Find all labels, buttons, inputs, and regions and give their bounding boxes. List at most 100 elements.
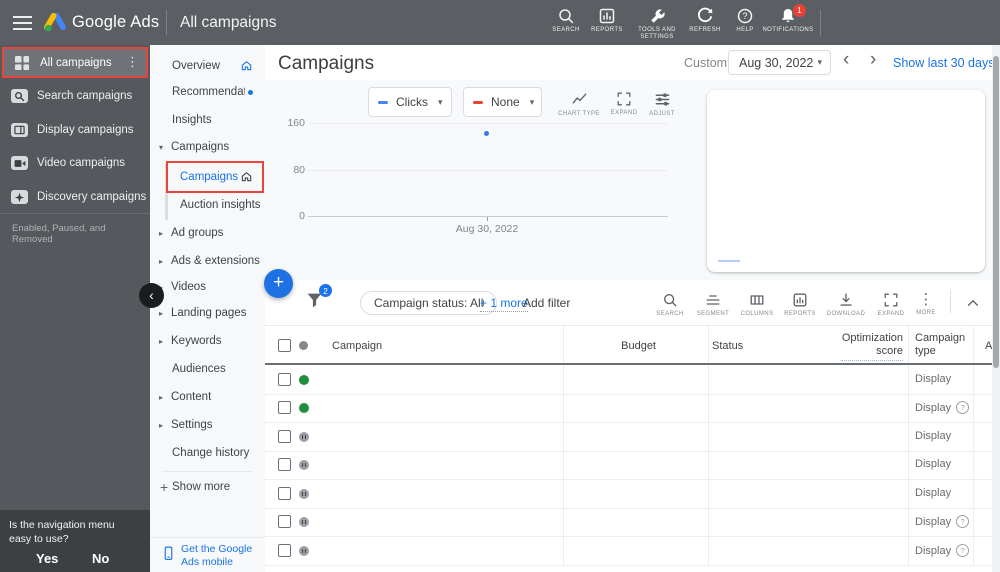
tools-and-settings-button[interactable]: TOOLS AND SETTINGS <box>628 7 686 41</box>
segment-icon <box>706 295 720 305</box>
nav-item-landing-pages[interactable]: ▸ Landing pages <box>150 299 264 327</box>
table-row[interactable]: Display <box>265 366 993 395</box>
sidebar-footnote: Enabled, Paused, and Removed <box>12 223 106 245</box>
video-campaigns-icon <box>11 156 28 170</box>
add-filter-button[interactable]: Add filter <box>523 296 570 310</box>
vertical-scrollbar-track[interactable] <box>992 45 1000 572</box>
select-all-checkbox[interactable] <box>278 339 291 352</box>
refresh-button[interactable]: REFRESH <box>682 7 728 34</box>
nav-item-auction-insights[interactable]: Auction insights <box>150 191 264 219</box>
caret-right-icon: ▸ <box>159 420 164 430</box>
row-checkbox[interactable] <box>278 430 291 443</box>
nav-item-keywords[interactable]: ▸ Keywords <box>150 327 264 355</box>
table-row[interactable]: Display? <box>265 394 993 423</box>
mobile-app-link[interactable]: Get the Google Ads mobile app <box>150 543 264 572</box>
date-range-value: Aug 30, 2022 <box>739 55 814 70</box>
campaign-type-sidebar: All campaigns ⋮ Search campaigns Display… <box>0 45 150 572</box>
nav-item-settings[interactable]: ▸ Settings <box>150 411 264 439</box>
table-row[interactable]: Display <box>265 451 993 480</box>
nav-item-change-history[interactable]: Change history <box>150 439 264 467</box>
show-more-button[interactable]: + Show more <box>150 473 264 501</box>
notifications-button[interactable]: NOTIFICATIONS 1 <box>757 4 819 34</box>
svg-text:?: ? <box>742 11 747 21</box>
collapse-table-chevron-up[interactable] <box>965 295 981 311</box>
clicks-data-point[interactable] <box>484 131 489 136</box>
metric-primary-select[interactable]: Clicks ▾ <box>368 87 452 117</box>
help-icon: ? <box>737 8 753 24</box>
status-paused-icon[interactable] <box>299 517 309 527</box>
table-row[interactable]: Display? <box>265 537 993 566</box>
column-header-campaign-type[interactable]: Campaign type <box>915 332 967 358</box>
sidebar-item-discovery-campaigns[interactable]: Discovery campaigns <box>0 185 150 209</box>
sidebar-item-display-campaigns[interactable]: Display campaigns <box>0 118 150 142</box>
sidebar-item-video-campaigns[interactable]: Video campaigns <box>0 151 150 175</box>
feedback-panel: Is the navigation menu easy to use? Yes … <box>0 510 150 572</box>
status-paused-icon[interactable] <box>299 489 309 499</box>
filter-chip-campaign-status[interactable]: Campaign status: All <box>360 291 498 315</box>
grid-icon <box>14 55 30 70</box>
vertical-scrollbar-thumb[interactable] <box>993 56 999 368</box>
feedback-no-button[interactable]: No <box>92 551 109 566</box>
nav-divider <box>162 471 252 472</box>
search-campaigns-icon <box>11 89 28 103</box>
nav-item-campaigns[interactable]: Campaigns <box>150 163 264 191</box>
status-paused-icon[interactable] <box>299 460 309 470</box>
nav-item-audiences[interactable]: Audiences <box>150 355 264 383</box>
date-range-select[interactable]: Aug 30, 2022 ▾ <box>728 50 831 75</box>
campaign-type-cell: Display? <box>915 544 970 557</box>
topbar-divider <box>820 10 821 36</box>
caret-right-icon: ▸ <box>159 308 164 318</box>
new-campaign-fab[interactable]: + <box>264 269 293 298</box>
adjust-chart-button[interactable]: ADJUST <box>627 91 697 118</box>
help-circle-icon[interactable]: ? <box>956 544 970 557</box>
more-filters-link[interactable]: + 1 more <box>480 296 528 312</box>
status-paused-icon[interactable] <box>299 546 309 556</box>
column-header-campaign[interactable]: Campaign <box>332 340 382 352</box>
next-period-button[interactable]: › <box>870 49 876 71</box>
status-enabled-icon[interactable] <box>299 403 309 413</box>
reports-button[interactable]: REPORTS <box>585 7 629 34</box>
metric-secondary-select[interactable]: None ▾ <box>463 87 542 117</box>
nav-item-ads-extensions[interactable]: ▸ Ads & extensions <box>150 247 264 275</box>
status-enabled-icon[interactable] <box>299 375 309 385</box>
row-checkbox[interactable] <box>278 515 291 528</box>
hamburger-menu-icon[interactable] <box>13 16 32 30</box>
feedback-yes-button[interactable]: Yes <box>36 551 58 566</box>
column-header-optimization-score[interactable]: Optimization score <box>841 332 903 361</box>
nav-item-content[interactable]: ▸ Content <box>150 383 264 411</box>
show-last-30-days-link[interactable]: Show last 30 days <box>893 56 994 70</box>
nav-item-ad-groups[interactable]: ▸ Ad groups <box>150 219 264 247</box>
google-ads-logo-icon[interactable] <box>44 12 66 32</box>
collapse-nav-button[interactable]: ‹ <box>139 283 164 308</box>
nav-item-overview[interactable]: Overview <box>150 52 264 80</box>
column-header-budget[interactable]: Budget <box>565 340 656 352</box>
help-circle-icon[interactable]: ? <box>956 515 970 528</box>
reports-icon <box>793 293 807 307</box>
line-chart-icon <box>572 93 586 104</box>
row-checkbox[interactable] <box>278 401 291 414</box>
table-row[interactable]: Display <box>265 423 993 452</box>
status-paused-icon[interactable] <box>299 432 309 442</box>
nav-item-recommendations[interactable]: Recommendations <box>150 78 264 106</box>
row-checkbox[interactable] <box>278 373 291 386</box>
row-checkbox[interactable] <box>278 458 291 471</box>
page-navigation: Overview Recommendations Insights ▾ Camp… <box>150 45 266 572</box>
search-button[interactable]: SEARCH <box>544 7 588 34</box>
table-row[interactable]: Display <box>265 480 993 509</box>
top-app-bar: Google Ads All campaigns SEARCH REPORTS … <box>0 0 1000 45</box>
sidebar-item-search-campaigns[interactable]: Search campaigns <box>0 84 150 108</box>
column-header-status[interactable]: Status <box>712 340 743 352</box>
nav-item-videos[interactable]: ▸ Videos <box>150 273 264 301</box>
sidebar-item-all-campaigns[interactable]: All campaigns ⋮ <box>2 47 148 78</box>
row-checkbox[interactable] <box>278 544 291 557</box>
plus-icon: + <box>160 479 169 495</box>
plus-icon: + <box>272 272 285 293</box>
previous-period-button[interactable]: ‹ <box>843 49 849 71</box>
help-circle-icon[interactable]: ? <box>956 401 970 414</box>
row-checkbox[interactable] <box>278 487 291 500</box>
table-row[interactable]: Display? <box>265 508 993 537</box>
more-vertical-icon[interactable]: ⋮ <box>126 54 139 70</box>
nav-item-campaigns-group[interactable]: ▾ Campaigns <box>150 133 264 161</box>
nav-item-insights[interactable]: Insights <box>150 106 264 134</box>
caret-right-icon: ▸ <box>159 256 164 266</box>
